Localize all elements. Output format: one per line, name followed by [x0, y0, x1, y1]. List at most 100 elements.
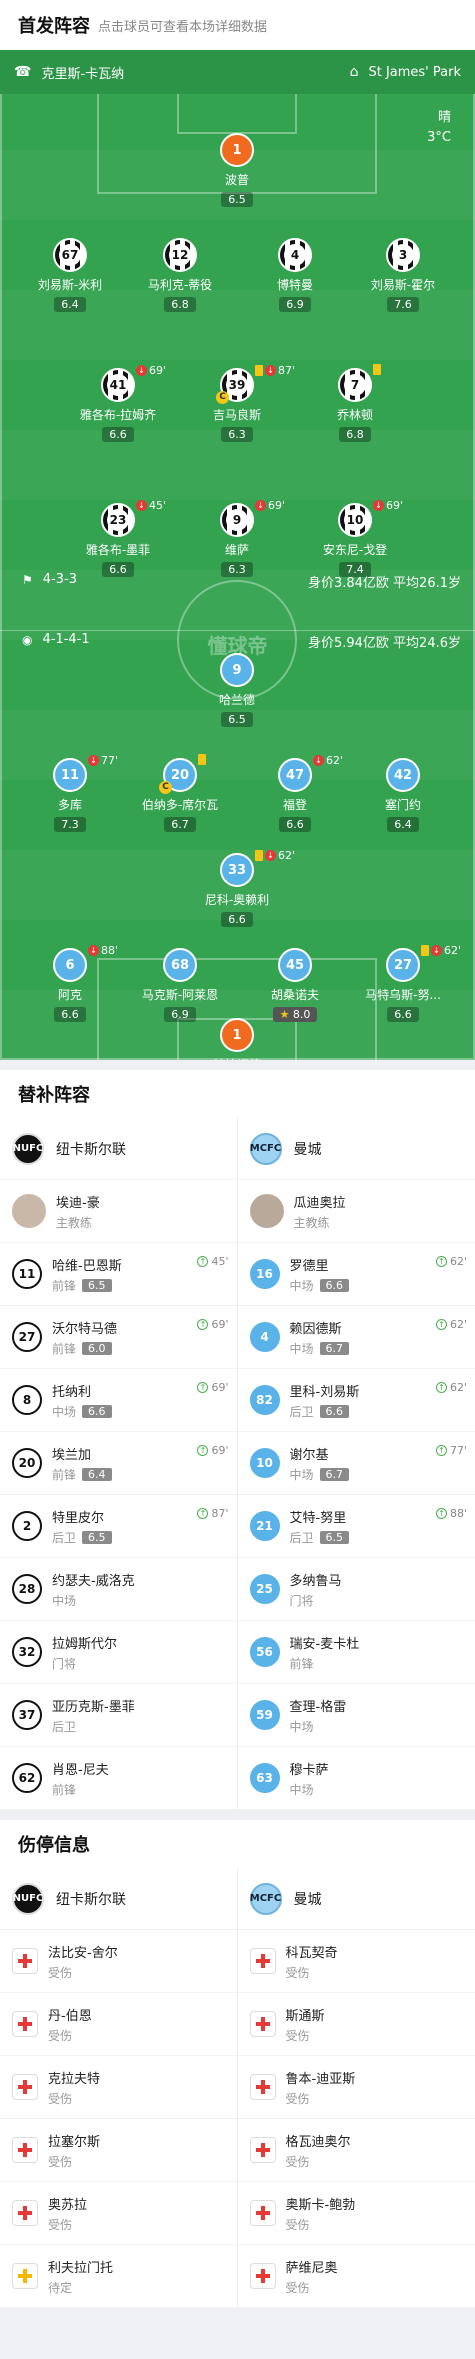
player-home[interactable]: 39 C ↓ 87' 吉马良斯 6.3 [177, 364, 297, 442]
sub-row[interactable]: 2 特里皮尔 后卫 6.5 ↑ 87' [0, 1495, 237, 1558]
sub-position: 中场 [289, 1467, 314, 1482]
subs-home-team[interactable]: NUFC 纽卡斯尔联 [0, 1118, 237, 1180]
sub-event: ↑ 88' [435, 1507, 467, 1520]
jersey-number: 47 [285, 767, 305, 783]
sub-on-icon: ↑ [197, 1445, 209, 1456]
injury-row[interactable]: 奥斯卡-鲍勃 受伤 [237, 2182, 475, 2245]
injury-home-team[interactable]: NUFC 纽卡斯尔联 [0, 1868, 237, 1930]
sub-minute: 45' [211, 1255, 229, 1268]
player-away[interactable]: 9 哈兰德 6.5 [177, 653, 297, 727]
sub-row[interactable]: 8 托纳利 中场 6.6 ↑ 69' [0, 1369, 237, 1432]
sub-row[interactable]: 25 多纳鲁马 门将 [237, 1558, 475, 1621]
player-home[interactable]: 3 刘易斯-霍尔 7.6 [343, 238, 463, 312]
sub-minute: 69' [386, 499, 404, 512]
injury-row[interactable]: 利夫拉门托 待定 [0, 2245, 237, 2308]
injury-status: 受伤 [285, 2280, 310, 2295]
injury-away-team[interactable]: MCFC 曼城 [237, 1868, 475, 1930]
sub-row[interactable]: 20 埃兰加 前锋 6.4 ↑ 69' [0, 1432, 237, 1495]
player-home[interactable]: 10 ↓ 69' 安东尼-戈登 7.4 [295, 499, 415, 577]
sub-row[interactable]: 11 哈维-巴恩斯 前锋 6.5 ↑ 45' [0, 1243, 237, 1306]
sub-name: 特里皮尔 [52, 1510, 105, 1526]
player-away[interactable]: 27 ↓ 62' 马特乌斯-努... 6.6 [343, 944, 463, 1022]
jersey-number-badge: 11 [12, 1259, 42, 1289]
sub-row[interactable]: 63 穆卡萨 中场 [237, 1747, 475, 1810]
player-name: 波普 [224, 173, 249, 187]
injury-row[interactable]: 格瓦迪奥尔 受伤 [237, 2119, 475, 2182]
injured-player-name: 萨维尼奥 [285, 2260, 338, 2276]
injury-row[interactable]: 科瓦契奇 受伤 [237, 1930, 475, 1993]
sub-minute: 87' [211, 1507, 229, 1520]
sub-row[interactable]: 32 拉姆斯代尔 门将 [0, 1621, 237, 1684]
sub-name: 谢尔基 [289, 1447, 329, 1463]
jersey-number-badge: 62 [12, 1763, 42, 1793]
player-rating: 6.6 [221, 912, 253, 927]
sub-rating: 6.0 [82, 1341, 112, 1355]
injury-row[interactable]: 法比安-舍尔 受伤 [0, 1930, 237, 1993]
sub-row[interactable]: 37 亚历克斯-墨菲 后卫 [0, 1684, 237, 1747]
player-away[interactable]: 1特拉福德7.3 [177, 1018, 297, 1060]
player-home[interactable]: 67 刘易斯-米利 6.4 [10, 238, 130, 312]
injury-row[interactable]: 斯通斯 受伤 [237, 1993, 475, 2056]
sub-position: 中场 [289, 1278, 314, 1293]
sub-row[interactable]: 56 瑞安-麦卡杜 前锋 [237, 1621, 475, 1684]
jersey-number-badge: 25 [249, 1574, 280, 1604]
rating-value: 7.4 [346, 563, 364, 576]
injured-player-name: 丹-伯恩 [48, 2008, 92, 2024]
sub-minute: 62' [449, 1318, 467, 1331]
jersey-icon: 39 C [216, 368, 254, 404]
player-away[interactable]: 33 ↓ 62' 尼科-奥赖利 6.6 [177, 849, 297, 927]
referee-name: 克里斯-卡瓦纳 [41, 66, 125, 82]
player-away[interactable]: 45 胡桑诺夫 ★ 8.0 [235, 948, 355, 1022]
jersey-number-badge: 27 [12, 1322, 42, 1352]
sub-row[interactable]: 27 沃尔特马德 前锋 6.0 ↑ 69' [0, 1306, 237, 1369]
jersey-icon: 1 [220, 133, 254, 167]
sub-row[interactable]: 62 肖恩-尼夫 前锋 [0, 1747, 237, 1810]
subs-away-team[interactable]: MCFC 曼城 [237, 1118, 475, 1180]
sub-event: ↑ 87' [197, 1507, 229, 1520]
sub-rating: 6.4 [82, 1467, 112, 1481]
player-away[interactable]: 11 ↓ 77' 多库 7.3 [10, 754, 130, 832]
player-rating: 7.4 [339, 562, 371, 577]
injury-row[interactable]: 萨维尼奥 受伤 [237, 2245, 475, 2308]
injury-row[interactable]: 鲁本-迪亚斯 受伤 [237, 2056, 475, 2119]
sub-row[interactable]: 21 艾特-努里 后卫 6.5 ↑ 88' [237, 1495, 475, 1558]
weather-temp: 3°C [427, 130, 451, 145]
player-away[interactable]: 47 ↓ 62' 福登 6.6 [235, 754, 355, 832]
injury-row[interactable]: 奥苏拉 受伤 [0, 2182, 237, 2245]
player-home[interactable]: 7 乔林顿 6.8 [295, 364, 415, 442]
sub-row[interactable]: 59 查理-格雷 中场 [237, 1684, 475, 1747]
injury-row[interactable]: 克拉夫特 受伤 [0, 2056, 237, 2119]
away-coach[interactable]: 瓜迪奥拉 主教练 [237, 1180, 475, 1243]
home-coach[interactable]: 埃迪-豪 主教练 [0, 1180, 237, 1243]
player-rating: 6.6 [387, 1007, 419, 1022]
rating-value: 6.3 [228, 428, 246, 441]
injury-row[interactable]: 丹-伯恩 受伤 [0, 1993, 237, 2056]
injury-row[interactable]: 拉塞尔斯 受伤 [0, 2119, 237, 2182]
sub-on-icon: ↑ [435, 1508, 447, 1519]
jersey-icon: 6 [53, 948, 87, 982]
rating-value: 6.7 [171, 818, 189, 831]
event-indicator: ↓ 69' [373, 499, 403, 512]
player-rating: 6.6 [102, 427, 134, 442]
sub-name: 埃兰加 [52, 1447, 92, 1463]
player-away[interactable]: 42 塞门约 6.4 [343, 758, 463, 832]
sub-on-icon: ↑ [197, 1382, 209, 1393]
rating-value: 6.5 [228, 193, 246, 206]
medical-cross-icon [249, 1948, 276, 1974]
player-home[interactable]: 9 ↓ 69' 维萨 6.3 [177, 499, 297, 577]
sub-row[interactable]: 10 谢尔基 中场 6.7 ↑ 77' [237, 1432, 475, 1495]
sub-row[interactable]: 4 赖因德斯 中场 6.7 ↑ 62' [237, 1306, 475, 1369]
player-home[interactable]: 41 ↓ 69' 雅各布-拉姆齐 6.6 [58, 364, 178, 442]
player-home[interactable]: 1 波普 6.5 [177, 133, 297, 207]
jersey-number: 7 [344, 374, 366, 396]
player-name: 特拉福德 [177, 1056, 297, 1060]
sub-row[interactable]: 16 罗德里 中场 6.6 ↑ 62' [237, 1243, 475, 1306]
player-away[interactable]: 68 马克斯-阿莱恩 6.9 [120, 948, 240, 1022]
player-away[interactable]: 6 ↓ 88' 阿克 6.6 [10, 944, 130, 1022]
player-home[interactable]: 4 博特曼 6.9 [235, 238, 355, 312]
player-home[interactable]: 23 ↓ 45' 雅各布-墨菲 6.6 [58, 499, 178, 577]
player-away[interactable]: 20 C 伯纳多-席尔瓦 6.7 [120, 754, 240, 832]
player-home[interactable]: 12 马利克-蒂役 6.8 [120, 238, 240, 312]
sub-row[interactable]: 82 里科-刘易斯 后卫 6.6 ↑ 62' [237, 1369, 475, 1432]
sub-row[interactable]: 28 约瑟夫-威洛克 中场 [0, 1558, 237, 1621]
